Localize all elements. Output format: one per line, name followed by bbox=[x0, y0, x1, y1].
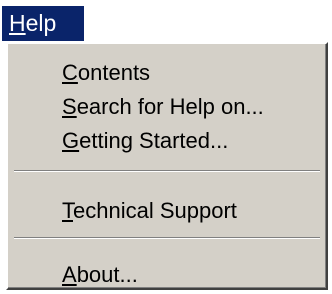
help-menu-title[interactable]: Help bbox=[2, 6, 84, 41]
menu-item-about-mnemonic: A bbox=[62, 262, 77, 287]
help-menu-label: Help bbox=[9, 6, 56, 41]
help-menu-mnemonic: H bbox=[9, 10, 26, 36]
menu-item-getting-started-label-rest: etting Started... bbox=[79, 128, 229, 153]
menu-item-technical-support-label-rest: echnical Support bbox=[73, 198, 237, 223]
menu-item-about-label: About... bbox=[62, 258, 138, 291]
menu-item-search-for-help[interactable]: Search for Help on... bbox=[8, 90, 326, 123]
help-menu-label-rest: elp bbox=[25, 10, 57, 36]
menu-item-about[interactable]: About... bbox=[8, 258, 326, 291]
menu-item-about-label-rest: bout... bbox=[76, 262, 138, 287]
help-dropdown-menu: Contents Search for Help on... Getting S… bbox=[6, 42, 328, 290]
menu-item-search-mnemonic: S bbox=[62, 94, 77, 119]
menu-item-getting-started-mnemonic: G bbox=[62, 128, 80, 153]
menu-item-getting-started-label: Getting Started... bbox=[62, 124, 228, 157]
menu-item-technical-support[interactable]: Technical Support bbox=[8, 194, 326, 227]
menu-item-technical-support-mnemonic: T bbox=[62, 198, 73, 223]
menu-item-search-label-rest: earch for Help on... bbox=[76, 94, 264, 119]
menu-item-contents-label-rest: ontents bbox=[77, 60, 151, 85]
menu-item-getting-started[interactable]: Getting Started... bbox=[8, 124, 326, 157]
menu-item-contents-label: Contents bbox=[62, 56, 150, 89]
menu-item-technical-support-label: Technical Support bbox=[62, 194, 237, 227]
menu-item-contents[interactable]: Contents bbox=[8, 56, 326, 89]
menu-separator bbox=[14, 237, 320, 239]
menu-separator bbox=[14, 170, 320, 172]
menu-item-search-label: Search for Help on... bbox=[62, 90, 264, 123]
menu-item-contents-mnemonic: C bbox=[62, 60, 78, 85]
